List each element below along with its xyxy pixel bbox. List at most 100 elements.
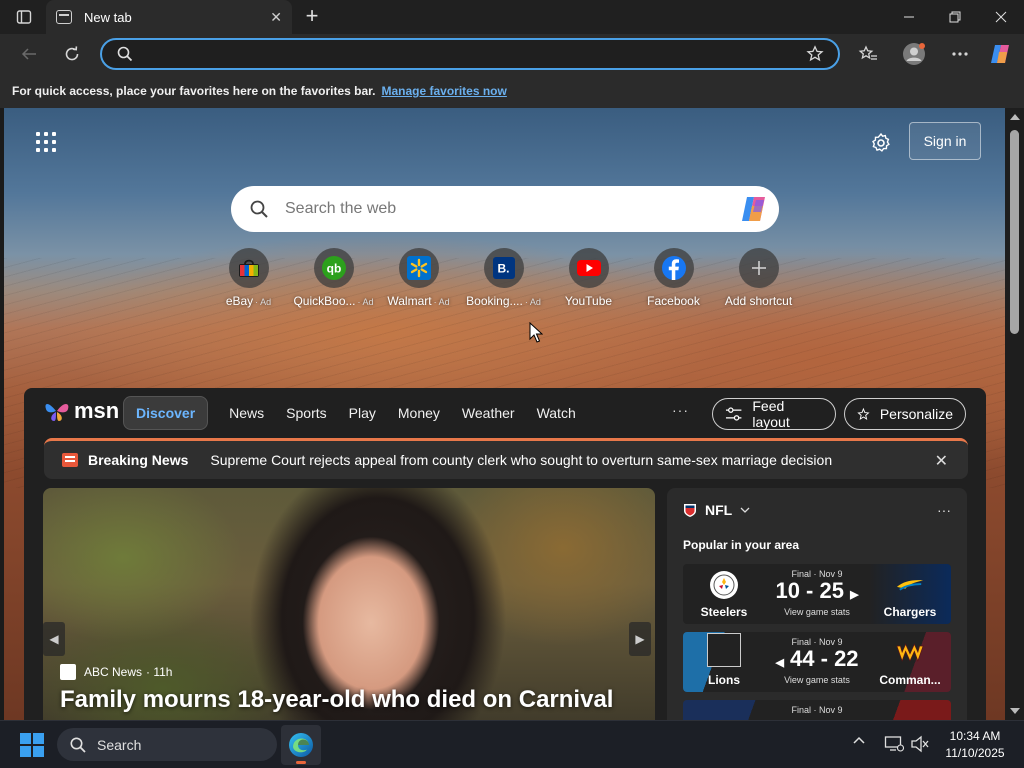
game-card[interactable]: Final · Nov 9 <box>683 700 951 720</box>
start-button[interactable] <box>20 733 44 757</box>
view-stats-link[interactable]: View game stats <box>784 675 850 685</box>
youtube-icon <box>576 260 601 276</box>
plus-icon <box>751 261 766 275</box>
tab-sports[interactable]: Sports <box>275 396 337 430</box>
score-value: 10 - 25 <box>775 578 844 603</box>
minimize-button[interactable] <box>886 0 932 34</box>
quickbooks-icon: qb <box>321 256 346 280</box>
sliders-icon <box>725 407 742 421</box>
settings-more-button[interactable] <box>945 40 975 68</box>
shortcut-booking[interactable]: B. Booking.... · Ad <box>461 248 546 308</box>
ad-badge: · Ad <box>357 297 374 307</box>
profile-button[interactable] <box>899 40 929 68</box>
web-search-input[interactable] <box>285 198 715 220</box>
shortcut-label: Walmart <box>387 294 432 308</box>
close-icon[interactable]: ✕ <box>935 451 948 471</box>
web-search-box[interactable] <box>231 186 779 232</box>
favorite-star-icon[interactable] <box>806 45 824 63</box>
taskbar-search[interactable]: Search <box>57 728 277 761</box>
address-input[interactable] <box>142 44 782 64</box>
shortcut-facebook[interactable]: Facebook <box>631 248 716 308</box>
view-stats-link[interactable]: View game stats <box>784 607 850 617</box>
search-icon <box>117 46 133 62</box>
winner-arrow-icon: ▶ <box>850 589 859 601</box>
ad-badge: · Ad <box>255 297 272 307</box>
chargers-logo-icon <box>896 571 924 599</box>
network-display-icon <box>884 736 905 752</box>
hero-story-title[interactable]: Family mourns 18-year-old who died on Ca… <box>60 686 613 714</box>
game-card[interactable]: Lions Final · Nov 9 ◀ 44 - 22 View game … <box>683 632 951 692</box>
network-button[interactable] <box>884 735 905 756</box>
scroll-down-icon[interactable] <box>1010 708 1020 714</box>
game-card[interactable]: Steelers Final · Nov 9 10 - 25 ▶ View ga… <box>683 564 951 624</box>
favorites-button[interactable] <box>853 40 883 68</box>
tab-close-icon[interactable]: ✕ <box>270 9 282 26</box>
tab-discover[interactable]: Discover <box>123 396 209 430</box>
tab-new-tab[interactable]: New tab ✕ <box>46 0 292 34</box>
sign-in-button[interactable]: Sign in <box>909 122 981 160</box>
hero-prev-button[interactable]: ◀ <box>43 622 65 656</box>
page-scrollbar[interactable] <box>1005 108 1024 720</box>
tab-watch[interactable]: Watch <box>526 396 587 430</box>
breaking-news-banner[interactable]: Breaking News Supreme Court rejects appe… <box>44 438 968 479</box>
tab-play[interactable]: Play <box>338 396 387 430</box>
sports-more-button[interactable]: ··· <box>937 502 951 518</box>
tab-actions-button[interactable] <box>8 5 40 29</box>
close-window-button[interactable] <box>978 0 1024 34</box>
tab-title: New tab <box>84 9 132 25</box>
msn-feed: msn Discover News Sports Play Money Weat… <box>24 388 986 720</box>
shortcut-label: QuickBoo... <box>293 294 356 308</box>
taskbar: Search 10:34 AM 11/10/2025 <box>0 720 1024 768</box>
taskbar-edge-app[interactable] <box>281 725 321 765</box>
personalize-button[interactable]: Personalize <box>844 398 966 430</box>
tab-money[interactable]: Money <box>387 396 451 430</box>
nfl-shield-icon <box>684 504 696 517</box>
breaking-news-headline[interactable]: Supreme Court rejects appeal from county… <box>210 452 832 468</box>
story-source: ABC News · 11h <box>60 664 172 680</box>
address-bar[interactable] <box>100 38 840 70</box>
restore-icon <box>949 11 961 23</box>
shortcut-quickbooks[interactable]: qb QuickBoo... · Ad <box>291 248 376 308</box>
windows-logo-icon <box>20 733 31 744</box>
favorites-bar-message: For quick access, place your favorites h… <box>12 84 376 98</box>
team-name: Comman... <box>879 673 941 687</box>
close-icon <box>995 11 1007 23</box>
feed-layout-button[interactable]: Feed layout <box>712 398 836 430</box>
tab-weather[interactable]: Weather <box>451 396 526 430</box>
tab-news[interactable]: News <box>218 396 275 430</box>
shortcut-add[interactable]: Add shortcut <box>716 248 801 308</box>
refresh-icon <box>65 46 79 61</box>
msn-logo[interactable]: msn <box>44 398 119 424</box>
shortcut-walmart[interactable]: Walmart · Ad <box>376 248 461 308</box>
hero-next-button[interactable]: ▶ <box>629 622 651 656</box>
scroll-up-icon[interactable] <box>1010 114 1020 120</box>
game-score: Final · Nov 9 10 - 25 ▶ View game stats <box>765 564 869 624</box>
back-button[interactable] <box>14 40 44 68</box>
search-icon <box>250 200 268 218</box>
manage-favorites-link[interactable]: Manage favorites now <box>381 84 506 98</box>
shortcut-youtube[interactable]: YouTube <box>546 248 631 308</box>
svg-text:qb: qb <box>326 262 341 276</box>
league-selector[interactable]: NFL <box>683 502 750 518</box>
scrollbar-thumb[interactable] <box>1010 130 1019 334</box>
page-settings-button[interactable] <box>866 128 896 158</box>
tray-overflow-button[interactable] <box>852 733 866 748</box>
search-icon <box>70 737 86 753</box>
restore-button[interactable] <box>932 0 978 34</box>
app-launcher-button[interactable] <box>32 128 60 156</box>
system-clock[interactable]: 10:34 AM 11/10/2025 <box>930 728 1020 762</box>
volume-button[interactable] <box>910 735 930 756</box>
browser-toolbar <box>0 34 1024 74</box>
chevron-down-icon <box>740 507 750 513</box>
nav-more-button[interactable]: ··· <box>672 402 689 418</box>
copilot-button[interactable] <box>986 40 1016 68</box>
shortcut-ebay[interactable]: eBay · Ad <box>206 248 291 308</box>
hero-story-card[interactable]: ◀ ▶ ABC News · 11h Family mourns 18-year… <box>43 488 655 720</box>
chevron-right-icon: ▶ <box>635 632 645 646</box>
refresh-button[interactable] <box>57 40 87 68</box>
new-tab-button[interactable]: + <box>298 4 326 30</box>
msn-butterfly-icon <box>45 404 69 421</box>
copilot-icon[interactable] <box>739 195 769 223</box>
minimize-icon <box>904 16 914 18</box>
msn-logo-text: msn <box>74 398 120 423</box>
